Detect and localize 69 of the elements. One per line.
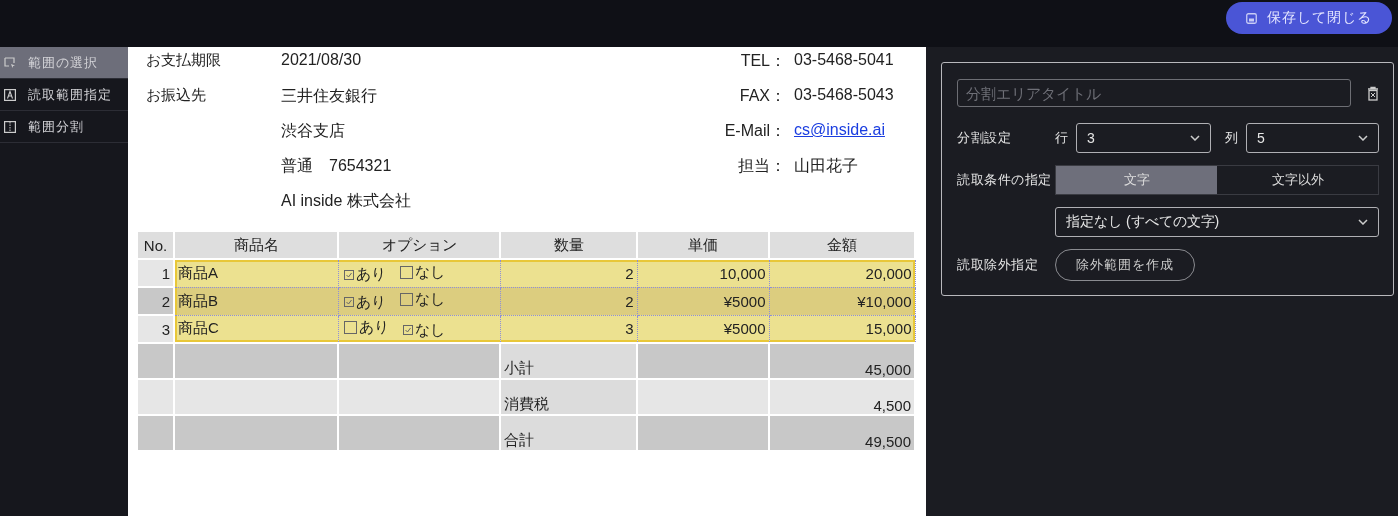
email-link[interactable]: cs@inside.ai xyxy=(794,121,885,139)
option-label: あり xyxy=(355,292,386,312)
rows-select[interactable]: 3 xyxy=(1076,123,1211,153)
table-cell: 10,000 xyxy=(637,259,769,287)
table-cell: 消費税 xyxy=(500,379,637,415)
field-value: AI inside 株式会社 xyxy=(281,191,411,211)
column-header: No. xyxy=(137,231,174,259)
column-header: 単価 xyxy=(637,231,769,259)
table-cell: 小計 xyxy=(500,343,637,379)
column-header: 金額 xyxy=(769,231,915,259)
field-label: FAX： xyxy=(739,87,786,104)
table-cell: 49,500 xyxy=(769,415,915,451)
table-cell: 商品B xyxy=(174,287,338,315)
field-value: 渋谷支店 xyxy=(281,121,345,141)
table-cell: ¥5000 xyxy=(637,287,769,315)
column-header: オプション xyxy=(338,231,500,259)
field-value: 普通 7654321 xyxy=(281,156,392,176)
chevron-down-icon xyxy=(1358,219,1368,225)
table-cell: 3 xyxy=(500,315,637,343)
field-label: 担当： xyxy=(738,157,786,174)
row-label: 行 xyxy=(1055,129,1068,147)
option-label: あり xyxy=(358,318,389,337)
save-close-button[interactable]: 保存して閉じる xyxy=(1226,2,1392,34)
trash-icon[interactable] xyxy=(1367,85,1379,101)
table-cell: 15,000 xyxy=(769,315,915,343)
segment-tab[interactable]: 文字 xyxy=(1056,166,1217,194)
field-value: 三井住友銀行 xyxy=(281,86,377,106)
table-cell: 商品A xyxy=(174,259,338,287)
field-value: 山田花子 xyxy=(794,156,858,176)
column-header: 商品名 xyxy=(174,231,338,259)
text-box-icon xyxy=(4,88,16,101)
option-label: あり xyxy=(355,265,386,284)
column-header: 数量 xyxy=(500,231,637,259)
filter-select[interactable]: 指定なし (すべての文字) xyxy=(1055,207,1379,237)
chevron-down-icon xyxy=(1190,135,1200,141)
field-label: E-Mail： xyxy=(724,122,786,139)
chevron-down-icon xyxy=(1358,135,1368,141)
option-label: なし xyxy=(414,262,445,282)
table-cell: 20,000 xyxy=(769,259,915,287)
title-input[interactable]: 分割エリアタイトル xyxy=(957,79,1351,107)
setting-label: 読取条件の指定 xyxy=(957,171,1053,189)
segment-tab[interactable]: 文字以外 xyxy=(1217,166,1378,194)
table-cell: 合計 xyxy=(500,415,637,451)
column-label: 列 xyxy=(1225,129,1238,147)
option-label: なし xyxy=(414,290,445,310)
table-cell: ¥5000 xyxy=(637,315,769,343)
split-grid-icon xyxy=(4,120,16,133)
field-label: TEL： xyxy=(740,52,786,69)
save-icon xyxy=(1246,12,1257,24)
table-cell: 2 xyxy=(500,259,637,287)
field-label: お振込先 xyxy=(146,86,206,103)
option-label: なし xyxy=(414,320,445,340)
columns-select[interactable]: 5 xyxy=(1246,123,1379,153)
selection-icon xyxy=(4,56,16,69)
field-label: お支払期限 xyxy=(146,51,221,68)
table-cell: 4,500 xyxy=(769,379,915,415)
table-cell: 3 xyxy=(137,315,174,343)
sidebar-item[interactable]: 範囲の選択 xyxy=(0,47,128,79)
setting-label: 分割設定 xyxy=(957,129,1012,147)
table-cell: 1 xyxy=(137,259,174,287)
table-cell: ¥10,000 xyxy=(769,287,915,315)
field-value: 03-5468-5041 xyxy=(794,51,894,69)
table-cell: 商品C xyxy=(174,315,338,343)
field-value: 03-5468-5043 xyxy=(794,86,894,104)
table-cell: 2 xyxy=(500,287,637,315)
table-cell: 2 xyxy=(137,287,174,315)
table-cell: 45,000 xyxy=(769,343,915,379)
field-value: 2021/08/30 xyxy=(281,51,362,69)
setting-label: 読取除外指定 xyxy=(957,256,1039,274)
